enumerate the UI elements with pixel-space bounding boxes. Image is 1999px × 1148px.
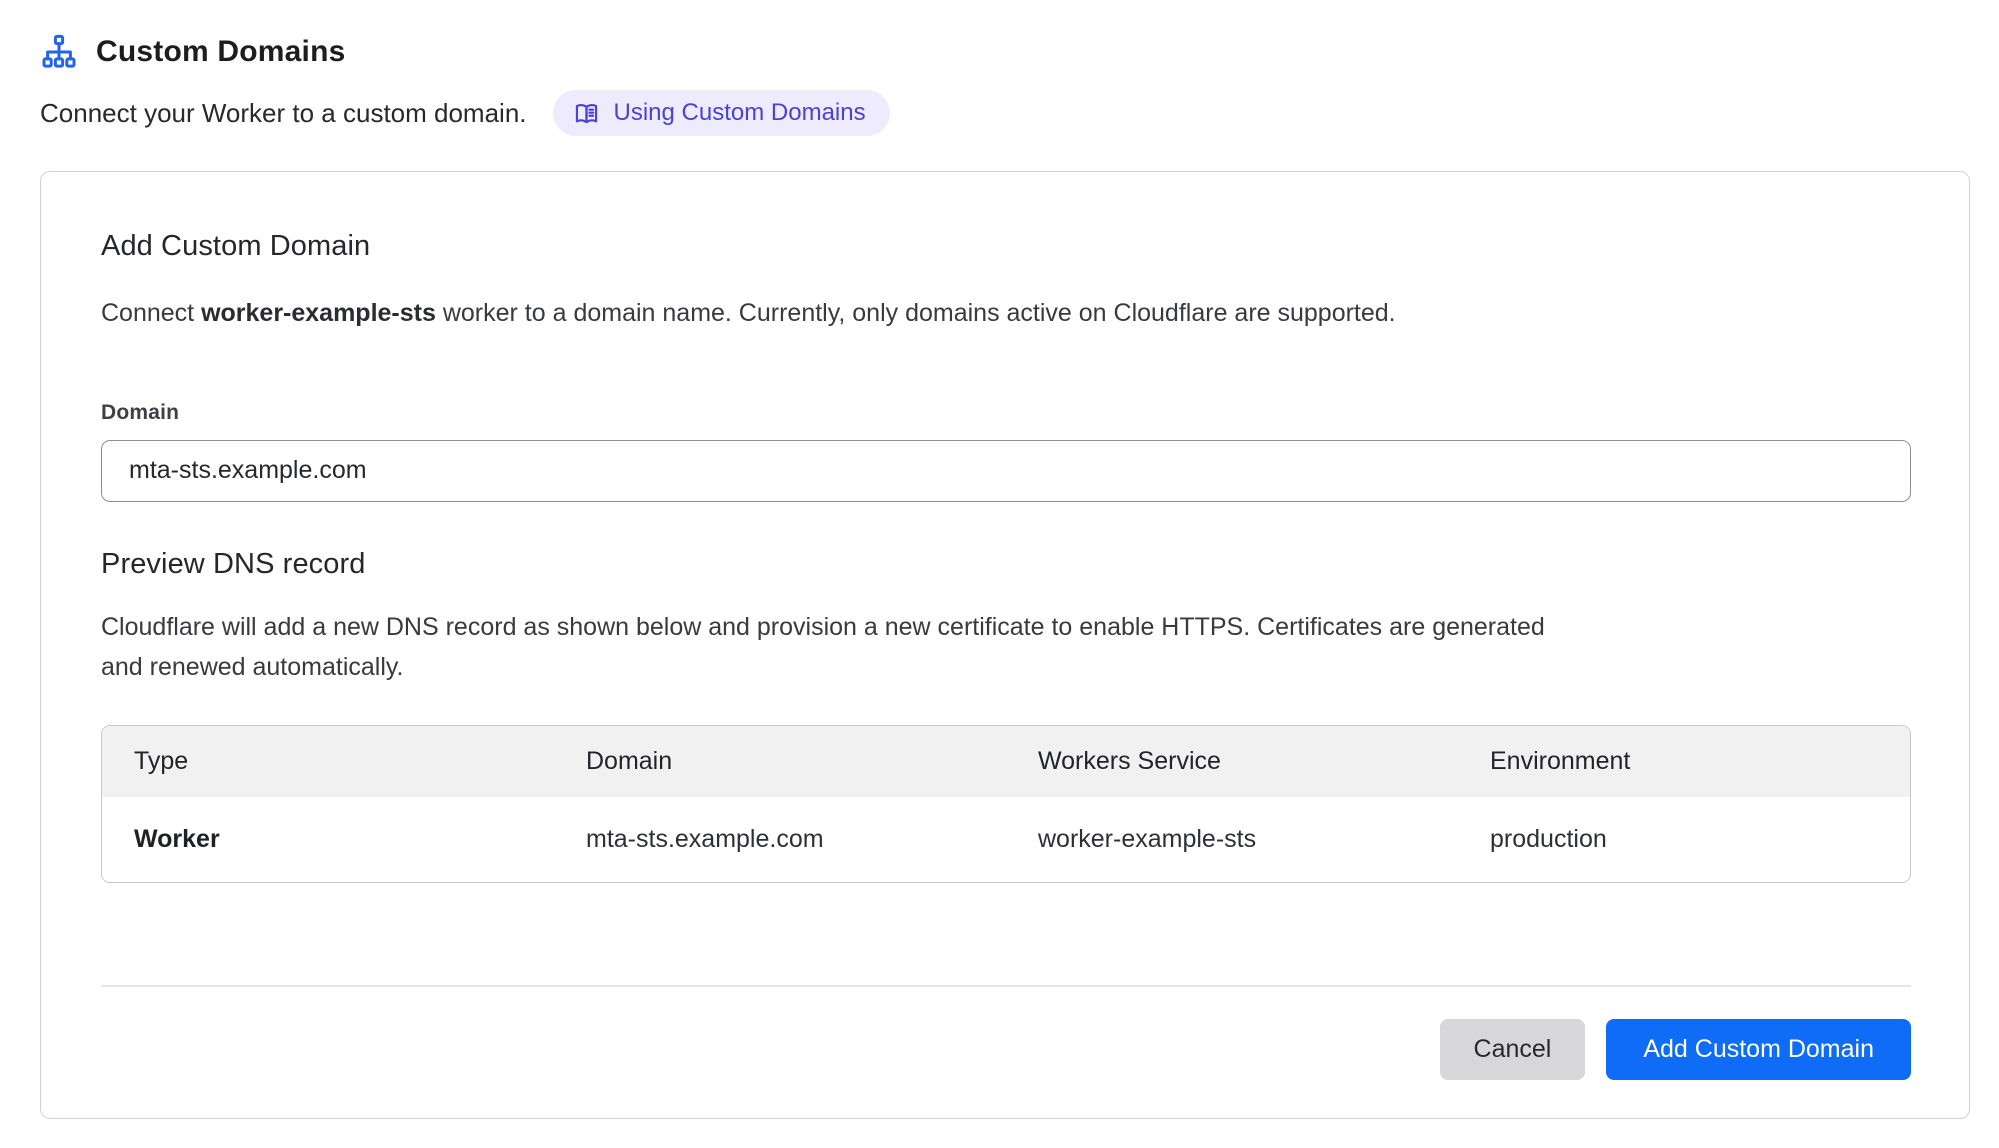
table-row: Worker mta-sts.example.com worker-exampl… <box>102 797 1910 882</box>
sitemap-icon <box>40 34 78 70</box>
page-subtitle-row: Connect your Worker to a custom domain. … <box>40 90 1999 136</box>
column-header-domain: Domain <box>554 726 1006 797</box>
cell-type: Worker <box>102 797 554 882</box>
using-custom-domains-doc-link[interactable]: Using Custom Domains <box>553 90 890 136</box>
column-header-workers-service: Workers Service <box>1006 726 1458 797</box>
preview-dns-heading: Preview DNS record <box>101 548 1909 581</box>
doc-link-label: Using Custom Domains <box>614 99 866 127</box>
footer-divider <box>101 985 1911 987</box>
column-header-environment: Environment <box>1458 726 1910 797</box>
add-custom-domain-button[interactable]: Add Custom Domain <box>1606 1019 1911 1080</box>
page-title-row: Custom Domains <box>40 34 1999 70</box>
intro-prefix: Connect <box>101 299 201 327</box>
card-intro-text: Connect worker-example-sts worker to a d… <box>101 295 1909 333</box>
cancel-button[interactable]: Cancel <box>1440 1019 1586 1080</box>
table-header-row: Type Domain Workers Service Environment <box>102 726 1910 797</box>
cell-environment: production <box>1458 797 1910 882</box>
intro-suffix: worker to a domain name. Currently, only… <box>436 299 1396 327</box>
page-title: Custom Domains <box>96 35 346 69</box>
domain-input[interactable] <box>101 440 1911 502</box>
column-header-type: Type <box>102 726 554 797</box>
card-actions: Cancel Add Custom Domain <box>101 1019 1911 1080</box>
page-header: Custom Domains Connect your Worker to a … <box>0 0 1999 136</box>
worker-name: worker-example-sts <box>201 299 436 327</box>
dns-preview-table: Type Domain Workers Service Environment … <box>101 725 1911 883</box>
open-book-icon <box>573 100 600 127</box>
preview-dns-description: Cloudflare will add a new DNS record as … <box>101 607 1576 687</box>
domain-field-label: Domain <box>101 401 1909 425</box>
page-subtitle: Connect your Worker to a custom domain. <box>40 98 527 129</box>
cell-workers-service: worker-example-sts <box>1006 797 1458 882</box>
card-heading: Add Custom Domain <box>101 230 1909 263</box>
add-custom-domain-card: Add Custom Domain Connect worker-example… <box>40 171 1970 1119</box>
cell-domain: mta-sts.example.com <box>554 797 1006 882</box>
